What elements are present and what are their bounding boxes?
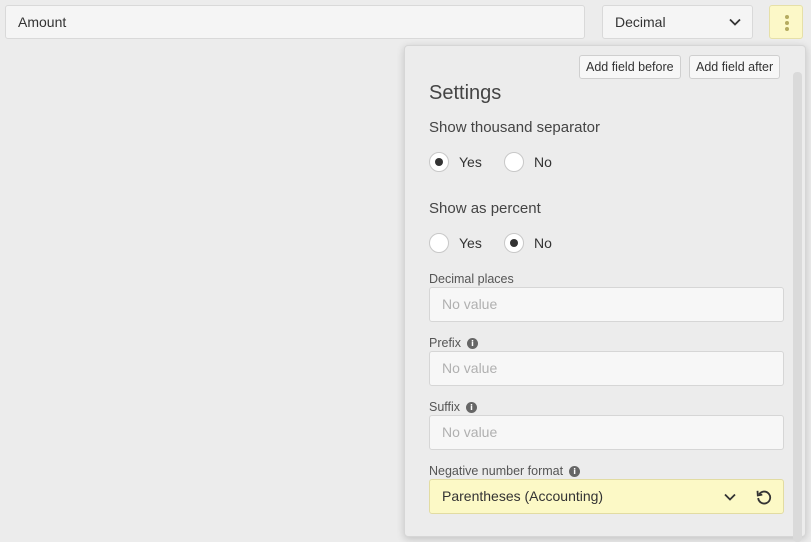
panel-scrollbar[interactable]: [793, 72, 802, 542]
show-percent-no-radio[interactable]: [504, 233, 524, 253]
show-percent-no-label: No: [534, 235, 552, 251]
negative-format-value: Parentheses (Accounting): [442, 488, 604, 504]
info-icon[interactable]: i: [466, 338, 478, 349]
decimal-places-input[interactable]: No value: [429, 287, 784, 322]
negative-format-select[interactable]: Parentheses (Accounting): [429, 479, 784, 514]
settings-title: Settings: [429, 82, 502, 104]
show-percent-label: Show as percent: [429, 200, 541, 217]
field-type-value: Decimal: [615, 14, 666, 30]
show-percent-yes-radio[interactable]: [429, 233, 449, 253]
reset-icon[interactable]: [755, 488, 773, 506]
prefix-input[interactable]: No value: [429, 351, 784, 386]
prefix-label-row: Prefix i: [429, 336, 478, 350]
suffix-label-row: Suffix i: [429, 400, 478, 414]
negative-format-label-row: Negative number format i: [429, 464, 581, 478]
info-icon[interactable]: i: [569, 466, 581, 477]
thousand-separator-yes-label: Yes: [459, 154, 482, 170]
add-field-after-button[interactable]: Add field after: [689, 55, 781, 79]
thousand-separator-label: Show thousand separator: [429, 119, 600, 136]
negative-format-label: Negative number format: [429, 464, 564, 478]
suffix-label: Suffix: [429, 400, 461, 414]
decimal-places-label: Decimal places: [429, 272, 514, 286]
field-name-input[interactable]: Amount: [5, 5, 585, 39]
prefix-label: Prefix: [429, 336, 461, 350]
add-field-before-button[interactable]: Add field before: [579, 55, 681, 79]
thousand-separator-no-radio[interactable]: [504, 152, 524, 172]
suffix-input[interactable]: No value: [429, 415, 784, 450]
chevron-down-icon: [724, 493, 736, 501]
field-type-select[interactable]: Decimal: [602, 5, 753, 39]
chevron-down-icon: [729, 18, 741, 26]
thousand-separator-yes-radio[interactable]: [429, 152, 449, 172]
show-percent-yes-label: Yes: [459, 235, 482, 251]
settings-panel: Add field before Add field after Setting…: [404, 45, 806, 542]
info-icon[interactable]: i: [466, 402, 478, 413]
more-options-button[interactable]: [769, 5, 803, 39]
thousand-separator-no-label: No: [534, 154, 552, 170]
